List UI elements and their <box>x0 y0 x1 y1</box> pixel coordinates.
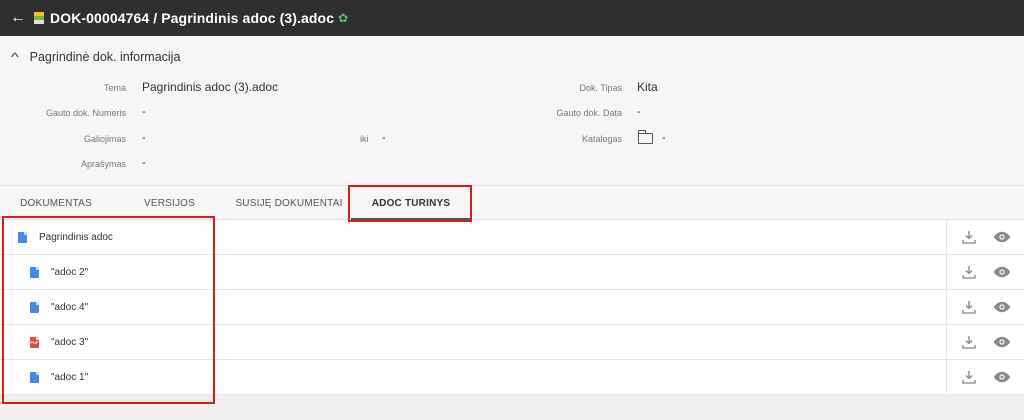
aprasymas-value: - <box>142 157 146 169</box>
gauto-numeris-value: - <box>142 106 146 118</box>
iki-value: - <box>382 132 386 144</box>
file-name: "adoc 1" <box>51 371 89 383</box>
file-name: "adoc 2" <box>51 266 89 278</box>
section-header[interactable]: ^ Pagrindinė dok. informacija <box>11 50 181 64</box>
galiojimas-value: - <box>142 132 146 144</box>
eye-icon[interactable] <box>993 263 1011 281</box>
dok-tipas-value: Kita <box>637 80 658 94</box>
document-file-icon <box>30 266 39 278</box>
file-name: "adoc 3" <box>51 336 89 348</box>
file-name: "adoc 4" <box>51 301 89 313</box>
download-icon[interactable] <box>960 228 978 246</box>
document-file-icon <box>30 371 39 383</box>
tab-bar: DOKUMENTAS VERSIJOS SUSIJĘ DOKUMENTAI AD… <box>0 186 1024 220</box>
document-info-panel: ^ Pagrindinė dok. informacija Tema Pagri… <box>0 36 1024 186</box>
list-item[interactable]: "adoc 4" <box>0 290 1024 325</box>
eye-icon[interactable] <box>993 368 1011 386</box>
eye-icon[interactable] <box>993 333 1011 351</box>
top-bar: ← DOK-00004764 / Pagrindinis adoc (3).ad… <box>0 0 1024 36</box>
page-title: DOK-00004764 / Pagrindinis adoc (3).adoc <box>50 10 335 26</box>
list-item[interactable]: "adoc 2" <box>0 255 1024 290</box>
row-actions <box>946 290 1024 324</box>
list-item[interactable]: "adoc 1" <box>0 360 1024 395</box>
list-item[interactable]: Pagrindinis adoc <box>0 220 1024 255</box>
iki-label: iki <box>360 134 369 144</box>
galiojimas-label: Galiojimas <box>83 134 126 144</box>
tab-dokumentas[interactable]: DOKUMENTAS <box>0 186 112 220</box>
document-file-icon <box>30 301 39 313</box>
list-item[interactable]: PDF "adoc 3" <box>0 325 1024 360</box>
aprasymas-label: Aprašymas <box>80 159 126 169</box>
eye-icon[interactable] <box>993 228 1011 246</box>
tema-value: Pagrindinis adoc (3).adoc <box>142 80 279 94</box>
row-actions <box>946 360 1024 394</box>
tema-label: Tema <box>103 83 126 93</box>
arrow-left-icon[interactable]: ← <box>10 10 26 26</box>
pdf-file-icon: PDF <box>30 336 39 348</box>
dok-tipas-label: Dok. Tipas <box>579 83 622 93</box>
eye-icon[interactable] <box>993 298 1011 316</box>
katalogas-value: - <box>662 132 666 144</box>
row-actions <box>946 220 1024 254</box>
file-name: Pagrindinis adoc <box>39 231 113 243</box>
folder-icon[interactable] <box>637 130 653 144</box>
katalogas-label: Katalogas <box>581 134 622 144</box>
section-title: Pagrindinė dok. informacija <box>29 50 181 64</box>
download-icon[interactable] <box>960 333 978 351</box>
gauto-data-value: - <box>637 106 641 118</box>
row-actions <box>946 325 1024 359</box>
document-stack-icon <box>34 12 44 24</box>
chevron-up-icon[interactable]: ^ <box>11 50 19 64</box>
tab-susije-dokumentai[interactable]: SUSIJĘ DOKUMENTAI <box>227 186 351 220</box>
row-actions <box>946 255 1024 289</box>
download-icon[interactable] <box>960 298 978 316</box>
tab-adoc-turinys[interactable]: ADOC TURINYS <box>351 186 471 220</box>
tab-versijos[interactable]: VERSIJOS <box>112 186 227 220</box>
download-icon[interactable] <box>960 263 978 281</box>
document-file-icon <box>18 231 27 243</box>
leaf-icon: ✿ <box>338 11 349 25</box>
adoc-file-list: Pagrindinis adoc "adoc 2" "adoc 4" PDF "… <box>0 220 1024 395</box>
download-icon[interactable] <box>960 368 978 386</box>
gauto-numeris-label: Gauto dok. Numeris <box>45 108 126 118</box>
gauto-data-label: Gauto dok. Data <box>556 108 622 118</box>
